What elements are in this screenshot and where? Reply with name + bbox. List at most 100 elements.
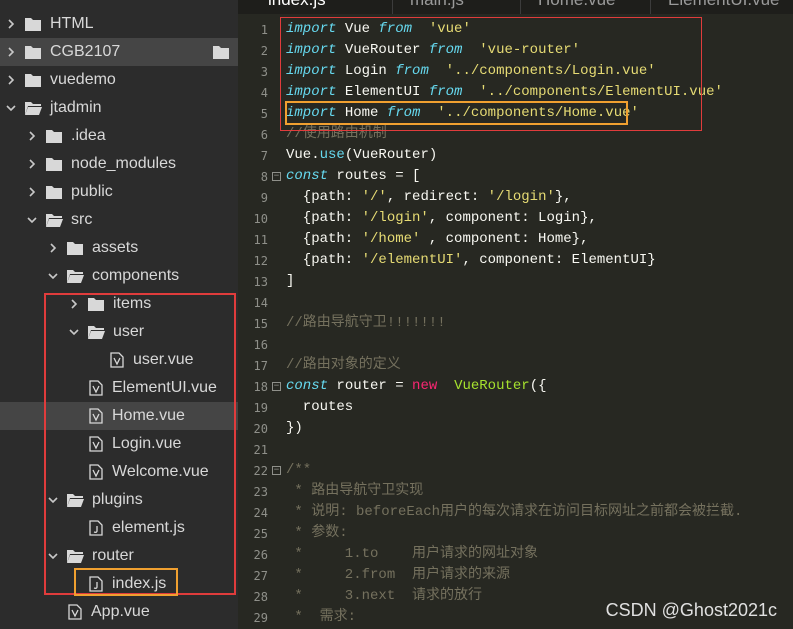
tree-folder-vuedemo[interactable]: vuedemo (0, 66, 238, 94)
tree-item-label: src (71, 211, 93, 228)
line-number: 18 (253, 380, 268, 394)
folder-icon (66, 240, 84, 256)
tree-item-label: index.js (112, 575, 167, 592)
chevron-right-icon[interactable] (46, 241, 60, 255)
tree-file-login-vue[interactable]: Login.vue (0, 430, 238, 458)
code-line[interactable]: {path: '/elementUI', component: ElementU… (286, 250, 656, 271)
tree-folder-assets[interactable]: assets (0, 234, 238, 262)
code-line[interactable]: import Home from '../components/Home.vue… (286, 103, 639, 124)
tree-file-element-js[interactable]: element.js (0, 514, 238, 542)
vue-file-icon (110, 352, 124, 368)
tree-folder-src[interactable]: src (0, 206, 238, 234)
folder-icon (24, 72, 42, 88)
code-line[interactable]: * 参数: (286, 523, 347, 544)
chevron-down-icon[interactable] (25, 213, 39, 227)
file-explorer-sidebar: HTML CGB2107 vuedemo jtadmin .idea node_modul… (0, 0, 238, 629)
tree-folder-node-modules[interactable]: node_modules (0, 150, 238, 178)
tree-file-home-vue[interactable]: Home.vue (0, 402, 238, 430)
tree-item-label: node_modules (71, 155, 176, 172)
tree-folder-cgb2107[interactable]: CGB2107 (0, 38, 238, 66)
tree-folder-jtadmin[interactable]: jtadmin (0, 94, 238, 122)
tree-file-welcome-vue[interactable]: Welcome.vue (0, 458, 238, 486)
code-line[interactable]: //使用路由机制 (286, 124, 387, 145)
tree-folder-router[interactable]: router (0, 542, 238, 570)
code-line[interactable]: import Vue from 'vue' (286, 19, 471, 40)
tab-main-js[interactable]: main.js (410, 0, 464, 12)
fold-toggle-icon[interactable]: − (272, 172, 281, 181)
tab-index-js[interactable]: index.js (268, 0, 326, 12)
code-line[interactable]: {path: '/home' , component: Home}, (286, 229, 589, 250)
chevron-right-icon[interactable] (4, 45, 18, 59)
tree-file-user-vue[interactable]: user.vue (0, 346, 238, 374)
tab-elementui-vue[interactable]: ElementUI.vue (668, 0, 780, 12)
code-line[interactable]: const routes = [ (286, 166, 420, 187)
tree-folder-items[interactable]: items (0, 290, 238, 318)
tree-file-elementui-vue[interactable]: ElementUI.vue (0, 374, 238, 402)
folder-icon (24, 44, 42, 60)
tab-separator (520, 0, 521, 14)
code-line[interactable]: Vue.use(VueRouter) (286, 145, 437, 166)
code-line[interactable]: import Login from '../components/Login.v… (286, 61, 656, 82)
tree-folder-idea[interactable]: .idea (0, 122, 238, 150)
code-line[interactable]: {path: '/', redirect: '/login'}, (286, 187, 572, 208)
tree-item-label: components (92, 267, 180, 284)
code-line[interactable]: routes (286, 397, 353, 418)
code-line[interactable]: const router = new VueRouter({ (286, 376, 547, 397)
folder-open-icon (66, 268, 84, 284)
chevron-right-icon[interactable] (4, 73, 18, 87)
chevron-right-icon[interactable] (25, 157, 39, 171)
code-line[interactable]: * 3.next 请求的放行 (286, 586, 482, 607)
editor-tab-bar: index.js main.js Home.vue ElementUI.vue (238, 0, 793, 14)
chevron-down-icon[interactable] (67, 325, 81, 339)
line-number: 11 (253, 233, 268, 247)
folder-icon (45, 184, 63, 200)
fold-toggle-icon[interactable]: − (272, 382, 281, 391)
line-number: 14 (253, 296, 268, 310)
code-line[interactable]: import ElementUI from '../components/Ele… (286, 82, 723, 103)
line-number: 26 (253, 548, 268, 562)
chevron-right-icon[interactable] (25, 185, 39, 199)
line-number: 12 (253, 254, 268, 268)
chevron-down-icon[interactable] (46, 549, 60, 563)
fold-toggle-icon[interactable]: − (272, 466, 281, 475)
code-line[interactable]: //路由导航守卫!!!!!!! (286, 313, 446, 334)
code-line[interactable]: * 1.to 用户请求的网址对象 (286, 544, 538, 565)
code-line[interactable]: * 说明: beforeEach用户的每次请求在访问目标网址之前都会被拦截. (286, 502, 742, 523)
chevron-down-icon[interactable] (46, 493, 60, 507)
chevron-right-icon[interactable] (67, 297, 81, 311)
code-line[interactable]: * 需求: (286, 607, 356, 628)
code-line[interactable]: import VueRouter from 'vue-router' (286, 40, 580, 61)
line-number: 20 (253, 422, 268, 436)
tree-item-label: element.js (112, 519, 185, 536)
tree-folder-html[interactable]: HTML (0, 10, 238, 38)
chevron-down-icon[interactable] (46, 269, 60, 283)
tree-item-label: plugins (92, 491, 143, 508)
tree-item-label: HTML (50, 15, 94, 32)
tree-file-index-js[interactable]: index.js (0, 570, 238, 598)
code-line[interactable]: /** (286, 460, 311, 481)
code-line[interactable]: * 路由导航守卫实现 (286, 481, 423, 502)
tree-item-label: Login.vue (112, 435, 182, 452)
chevron-right-icon[interactable] (4, 17, 18, 31)
line-number: 19 (253, 401, 268, 415)
tree-item-label: Welcome.vue (112, 463, 209, 480)
code-line[interactable]: ] (286, 271, 294, 292)
tree-folder-components[interactable]: components (0, 262, 238, 290)
line-number: 29 (253, 611, 268, 625)
line-number: 21 (253, 443, 268, 457)
tree-folder-plugins[interactable]: plugins (0, 486, 238, 514)
chevron-right-icon[interactable] (25, 129, 39, 143)
line-number: 23 (253, 485, 268, 499)
tree-file-app-vue[interactable]: App.vue (0, 598, 238, 626)
tree-folder-user[interactable]: user (0, 318, 238, 346)
tab-home-vue[interactable]: Home.vue (538, 0, 615, 12)
code-line[interactable]: }) (286, 418, 303, 439)
code-line[interactable]: * 2.from 用户请求的来源 (286, 565, 510, 586)
tree-folder-public[interactable]: public (0, 178, 238, 206)
chevron-down-icon[interactable] (4, 101, 18, 115)
folder-open-icon (66, 492, 84, 508)
code-line[interactable]: {path: '/login', component: Login}, (286, 208, 597, 229)
tree-item-label: user (113, 323, 145, 340)
code-editor[interactable]: 1 import Vue from 'vue' 2 import VueRouter … (238, 14, 793, 629)
code-line[interactable]: //路由对象的定义 (286, 355, 401, 376)
